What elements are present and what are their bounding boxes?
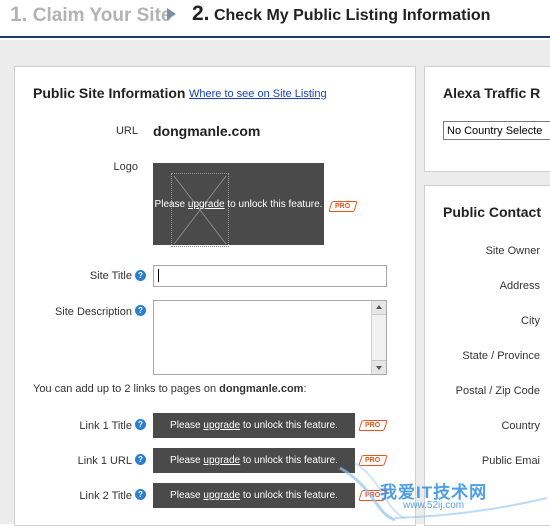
link1-title-locked: Please upgrade to unlock this feature. [153, 413, 355, 438]
upgrade-link[interactable]: upgrade [203, 490, 240, 501]
scrollbar[interactable] [371, 301, 386, 374]
unlock-suffix: to unlock this feature. [240, 420, 338, 431]
unlock-suffix: to unlock this feature. [240, 455, 338, 466]
upgrade-link[interactable]: upgrade [203, 420, 240, 431]
unlock-prefix: Please [170, 420, 204, 431]
scroll-up-icon [376, 305, 382, 309]
help-icon[interactable]: ? [135, 305, 146, 316]
logo-unlock-message: Please upgrade to unlock this feature. [153, 199, 324, 210]
link1-title-unlock-message: Please upgrade to unlock this feature. [153, 420, 355, 431]
public-email-label: Public Emai [481, 455, 540, 467]
contact-title: Public Contact [443, 204, 542, 220]
link1-url-label: Link 1 URL [77, 455, 132, 467]
link1-url-unlock-message: Please upgrade to unlock this feature. [153, 455, 355, 466]
help-icon[interactable]: ? [135, 270, 146, 281]
unlock-prefix: Please [170, 455, 204, 466]
unlock-prefix: Please [154, 199, 188, 210]
alexa-traffic-panel [424, 66, 550, 172]
scroll-up-button[interactable] [372, 301, 386, 315]
pro-badge-icon: PRO [358, 420, 388, 431]
address-label: Address [499, 280, 540, 292]
site-title-input[interactable] [153, 265, 387, 287]
url-label: URL [115, 125, 138, 137]
upgrade-link[interactable]: upgrade [203, 455, 240, 466]
country-label: Country [501, 420, 540, 432]
postal-zip-label: Postal / Zip Code [455, 385, 540, 397]
link1-url-locked: Please upgrade to unlock this feature. [153, 448, 355, 473]
scroll-down-icon [376, 366, 382, 370]
link2-title-unlock-message: Please upgrade to unlock this feature. [153, 490, 355, 501]
city-label: City [521, 315, 540, 327]
unlock-suffix: to unlock this feature. [240, 490, 338, 501]
state-province-label: State / Province [462, 350, 540, 362]
help-icon[interactable]: ? [135, 419, 146, 430]
link2-title-locked: Please upgrade to unlock this feature. [153, 483, 355, 508]
public-site-title: Public Site Information [33, 85, 186, 101]
links-intro-domain: dongmanle.com [219, 383, 304, 395]
step-1: 1. Claim Your Site [10, 3, 171, 27]
links-intro-text: You can add up to 2 links to pages on [33, 383, 220, 395]
site-description-label: Site Description [54, 306, 132, 318]
pro-badge-label: PRO [335, 203, 351, 210]
pro-badge-icon: PRO [328, 201, 358, 212]
help-icon[interactable]: ? [135, 454, 146, 465]
step-2: 2. Check My Public Listing Information [192, 2, 490, 26]
help-icon[interactable]: ? [135, 489, 146, 500]
where-to-see-link[interactable]: Where to see on Site Listing [189, 88, 327, 100]
step-1-label: Claim Your Site [32, 5, 172, 26]
watermark-url: www.52ij.com [403, 500, 465, 511]
unlock-prefix: Please [170, 490, 204, 501]
site-description-textarea[interactable] [153, 300, 387, 375]
country-select[interactable]: No Country Selecte [443, 121, 550, 140]
site-title-label: Site Title [89, 270, 132, 282]
links-intro-suffix: : [303, 383, 307, 395]
alexa-title: Alexa Traffic R [443, 85, 541, 101]
step-2-number: 2. [192, 2, 210, 25]
step-arrow-icon [167, 8, 176, 20]
logo-label: Logo [113, 161, 138, 173]
pro-badge-icon: PRO [358, 455, 388, 466]
pro-badge-label: PRO [365, 422, 381, 429]
unlock-suffix: to unlock this feature. [224, 199, 323, 210]
link1-title-label: Link 1 Title [79, 420, 132, 432]
pro-badge-label: PRO [365, 492, 381, 499]
logo-locked-box: Please upgrade to unlock this feature. [153, 163, 324, 247]
image-placeholder-icon [171, 173, 229, 247]
url-value: dongmanle.com [153, 123, 261, 139]
site-owner-label: Site Owner [485, 245, 540, 257]
step-header: 1. Claim Your Site 2. Check My Public Li… [0, 0, 550, 38]
scroll-down-button[interactable] [372, 360, 386, 374]
step-2-label: Check My Public Listing Information [213, 7, 491, 24]
links-intro: You can add up to 2 links to pages on do… [33, 383, 307, 395]
link2-title-label: Link 2 Title [79, 490, 132, 502]
upgrade-link[interactable]: upgrade [188, 199, 225, 210]
text-caret [158, 269, 159, 282]
pro-badge-label: PRO [365, 457, 381, 464]
step-1-number: 1. [10, 3, 28, 26]
